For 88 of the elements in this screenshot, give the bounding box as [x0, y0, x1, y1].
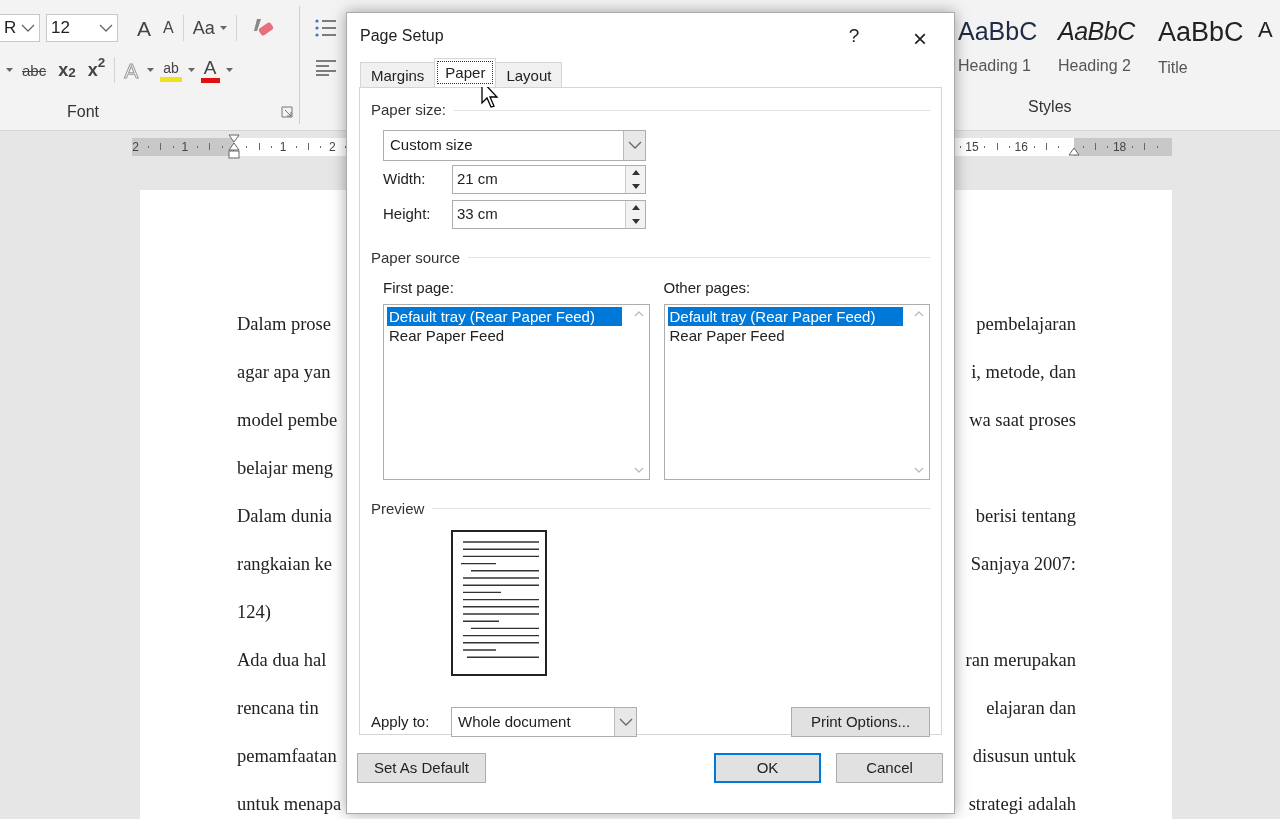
document-text: 124) — [237, 601, 271, 625]
caret-icon — [6, 68, 13, 72]
highlight-button[interactable]: ab — [160, 58, 182, 82]
document-text: pembelajaran — [976, 313, 1076, 337]
close-button[interactable]: × — [900, 20, 940, 52]
document-text: strategi adalah — [968, 793, 1076, 817]
document-text: belajar meng — [237, 457, 334, 481]
ruler-number: 1 — [181, 139, 189, 156]
document-text: Dalam dunia — [237, 505, 333, 529]
ruler-number: 18 — [1112, 139, 1127, 156]
dialog-launcher-icon[interactable] — [281, 106, 293, 118]
paper-size-dropdown[interactable]: Custom size — [383, 129, 646, 161]
ruler-number: 16 — [1014, 139, 1028, 156]
chevron-icon — [99, 24, 113, 32]
chevron-icon — [618, 718, 633, 726]
dialog-button[interactable]: Cancel — [836, 753, 943, 783]
document-text: wa saat proses — [969, 409, 1076, 433]
shrink-font-button[interactable]: A — [160, 14, 177, 42]
document-text: elajaran dan — [986, 697, 1076, 721]
ruler-number: 2 — [329, 139, 336, 156]
indent-marker-icon[interactable] — [228, 134, 240, 160]
group-label: Styles — [1028, 97, 1073, 117]
style-gallery-item[interactable]: A — [1250, 18, 1280, 93]
caret-icon — [187, 68, 195, 72]
document-text: pemamfaatan — [237, 745, 337, 769]
document-text: disusun untuk — [972, 745, 1076, 769]
grow-font-button[interactable]: A — [134, 14, 154, 42]
dialog-title: Page Setup — [360, 26, 445, 46]
font-size-combo[interactable]: 12 — [46, 14, 118, 42]
document-text: Sanjaya 2007: — [970, 553, 1076, 577]
list-item[interactable]: Default tray (Rear Paper Feed) — [387, 306, 622, 326]
style-gallery-item[interactable]: AaBbC Title — [1150, 18, 1250, 93]
width-field[interactable]: 21 cm — [452, 165, 646, 194]
document-text: untuk menapa — [237, 793, 342, 817]
superscript-button[interactable]: x$^{2}$ — [84, 56, 109, 84]
section-heading: Paper source — [371, 246, 930, 269]
ruler-number: 2 — [132, 139, 139, 156]
print-options-button[interactable]: Print Options... — [791, 707, 930, 737]
tab[interactable]: Paper — [434, 58, 497, 87]
document-text: berisi tentang — [975, 505, 1076, 529]
tab[interactable]: Margins — [360, 62, 436, 87]
field-label: Width: — [383, 169, 427, 190]
dialog-button[interactable]: OK — [714, 753, 821, 783]
tab[interactable]: Layout — [495, 62, 563, 87]
document-text: rencana tin — [237, 697, 319, 721]
tray-listbox[interactable]: Default tray (Rear Paper Feed) Rear Paper Feed — [663, 303, 930, 480]
section-heading: Preview — [371, 497, 930, 520]
section-heading: Paper size: — [371, 99, 930, 122]
document-text: i, metode, dan — [971, 361, 1076, 385]
spin-down-icon[interactable] — [631, 218, 640, 224]
ruler-number: 15 — [965, 139, 979, 156]
spin-up-icon[interactable] — [631, 205, 640, 211]
change-case-button[interactable]: Aa — [189, 14, 230, 42]
list-item[interactable]: Rear Paper Feed — [387, 325, 622, 345]
style-gallery-item[interactable]: AaBbC Heading 2 — [1050, 18, 1150, 93]
caret-icon — [225, 68, 233, 72]
document-text: Dalam prose — [237, 313, 331, 337]
field-label: First page: — [383, 278, 455, 298]
help-button[interactable]: ? — [834, 20, 874, 52]
caret-icon — [147, 68, 155, 72]
chevron-icon — [627, 141, 642, 149]
strikethrough-button[interactable]: abc — [19, 56, 50, 84]
document-text: model pembe — [237, 409, 338, 433]
field-label: Other pages: — [663, 278, 752, 298]
font-color-button[interactable]: A — [200, 57, 220, 83]
tray-listbox[interactable]: Default tray (Rear Paper Feed) Rear Paper Feed — [383, 303, 650, 480]
spin-up-icon[interactable] — [631, 170, 640, 176]
document-text: rangkaian ke — [237, 553, 333, 577]
apply-to-dropdown[interactable]: Whole document — [451, 707, 637, 737]
document-text: Ada dua hal — [237, 649, 327, 673]
align-left-icon[interactable] — [315, 60, 337, 76]
ruler-number: 1 — [279, 139, 287, 156]
font-name-combo[interactable]: R — [0, 14, 40, 42]
caret-icon — [219, 26, 227, 30]
document-text: ran merupakan — [965, 649, 1076, 673]
subscript-button[interactable]: x$_{2}$ — [55, 56, 79, 84]
chevron-icon — [21, 24, 35, 32]
height-field[interactable]: 33 cm — [452, 200, 646, 229]
style-gallery-item[interactable]: AaBbC Heading 1 — [950, 18, 1050, 93]
list-item[interactable]: Rear Paper Feed — [667, 325, 903, 345]
right-indent-icon[interactable] — [1068, 147, 1080, 156]
group-label: Font — [67, 102, 99, 122]
list-item[interactable]: Default tray (Rear Paper Feed) — [667, 306, 903, 326]
dialog-button[interactable]: Set As Default — [357, 753, 486, 783]
bullets-icon[interactable] — [315, 18, 337, 38]
field-label: Height: — [383, 204, 432, 225]
field-label: Apply to: — [371, 711, 431, 732]
document-text: agar apa yan — [237, 361, 331, 385]
